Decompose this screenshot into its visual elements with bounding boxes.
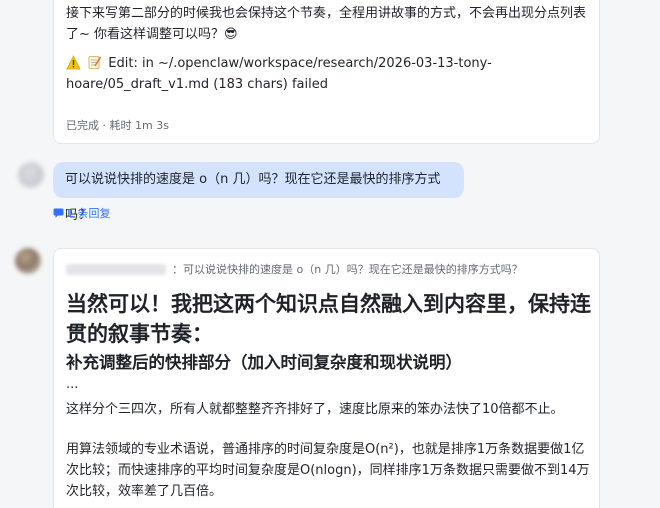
quoted-reply[interactable]: ：可以说说快排的速度是 o（n 几）吗？现在它还是最快的排序方式吗？ <box>66 261 523 277</box>
reply-count-link[interactable]: 1 条回复 <box>53 205 111 221</box>
edit-failed-notice: Edit: in ~/.openclaw/workspace/research/… <box>66 53 594 95</box>
message-paragraph: 接下来写第二部分的时候我也会保持这个节奏，全程用讲故事的方式，不会再出现分点列表… <box>66 6 587 42</box>
answer-paragraph: 这样分个三四次，所有人就都整整齐齐排好了，速度比原来的笨办法快了10倍都不止。 <box>66 402 564 417</box>
answer-card: ：可以说说快排的速度是 o（n 几）吗？现在它还是最快的排序方式吗？ 当然可以！… <box>53 248 600 508</box>
user-avatar[interactable] <box>18 162 44 188</box>
quoted-author-blurred <box>66 263 166 275</box>
reply-icon <box>53 208 64 218</box>
reply-count-label: 1 条回复 <box>67 207 111 220</box>
warning-icon <box>66 55 81 70</box>
bot-avatar[interactable] <box>15 248 41 274</box>
memo-icon <box>87 55 102 70</box>
previous-message-card: 接下来写第二部分的时候我也会保持这个节奏，全程用讲故事的方式，不会再出现分点列表… <box>53 0 600 144</box>
question-bubble: 可以说说快排的速度是 o（n 几）吗？现在它还是最快的排序方式吗？ <box>53 162 464 223</box>
answer-paragraph: 用算法领域的专业术语说，普通排序的时间复杂度是O(n²)，也就是排序1万条数据要… <box>66 442 590 499</box>
answer-heading: 当然可以！我把这两个知识点自然融入到内容里，保持连贯的叙事节奏： <box>66 292 591 346</box>
ellipsis-text: ... <box>66 377 79 392</box>
quoted-text: ：可以说说快排的速度是 o（n 几）吗？现在它还是最快的排序方式吗？ <box>172 263 523 276</box>
status-text: 已完成 · 耗时 1m 3s <box>66 119 169 132</box>
edit-notice-text: Edit: in ~/.openclaw/workspace/research/… <box>66 56 492 92</box>
answer-subheading: 补充调整后的快排部分（加入时间复杂度和现状说明） <box>66 353 462 372</box>
